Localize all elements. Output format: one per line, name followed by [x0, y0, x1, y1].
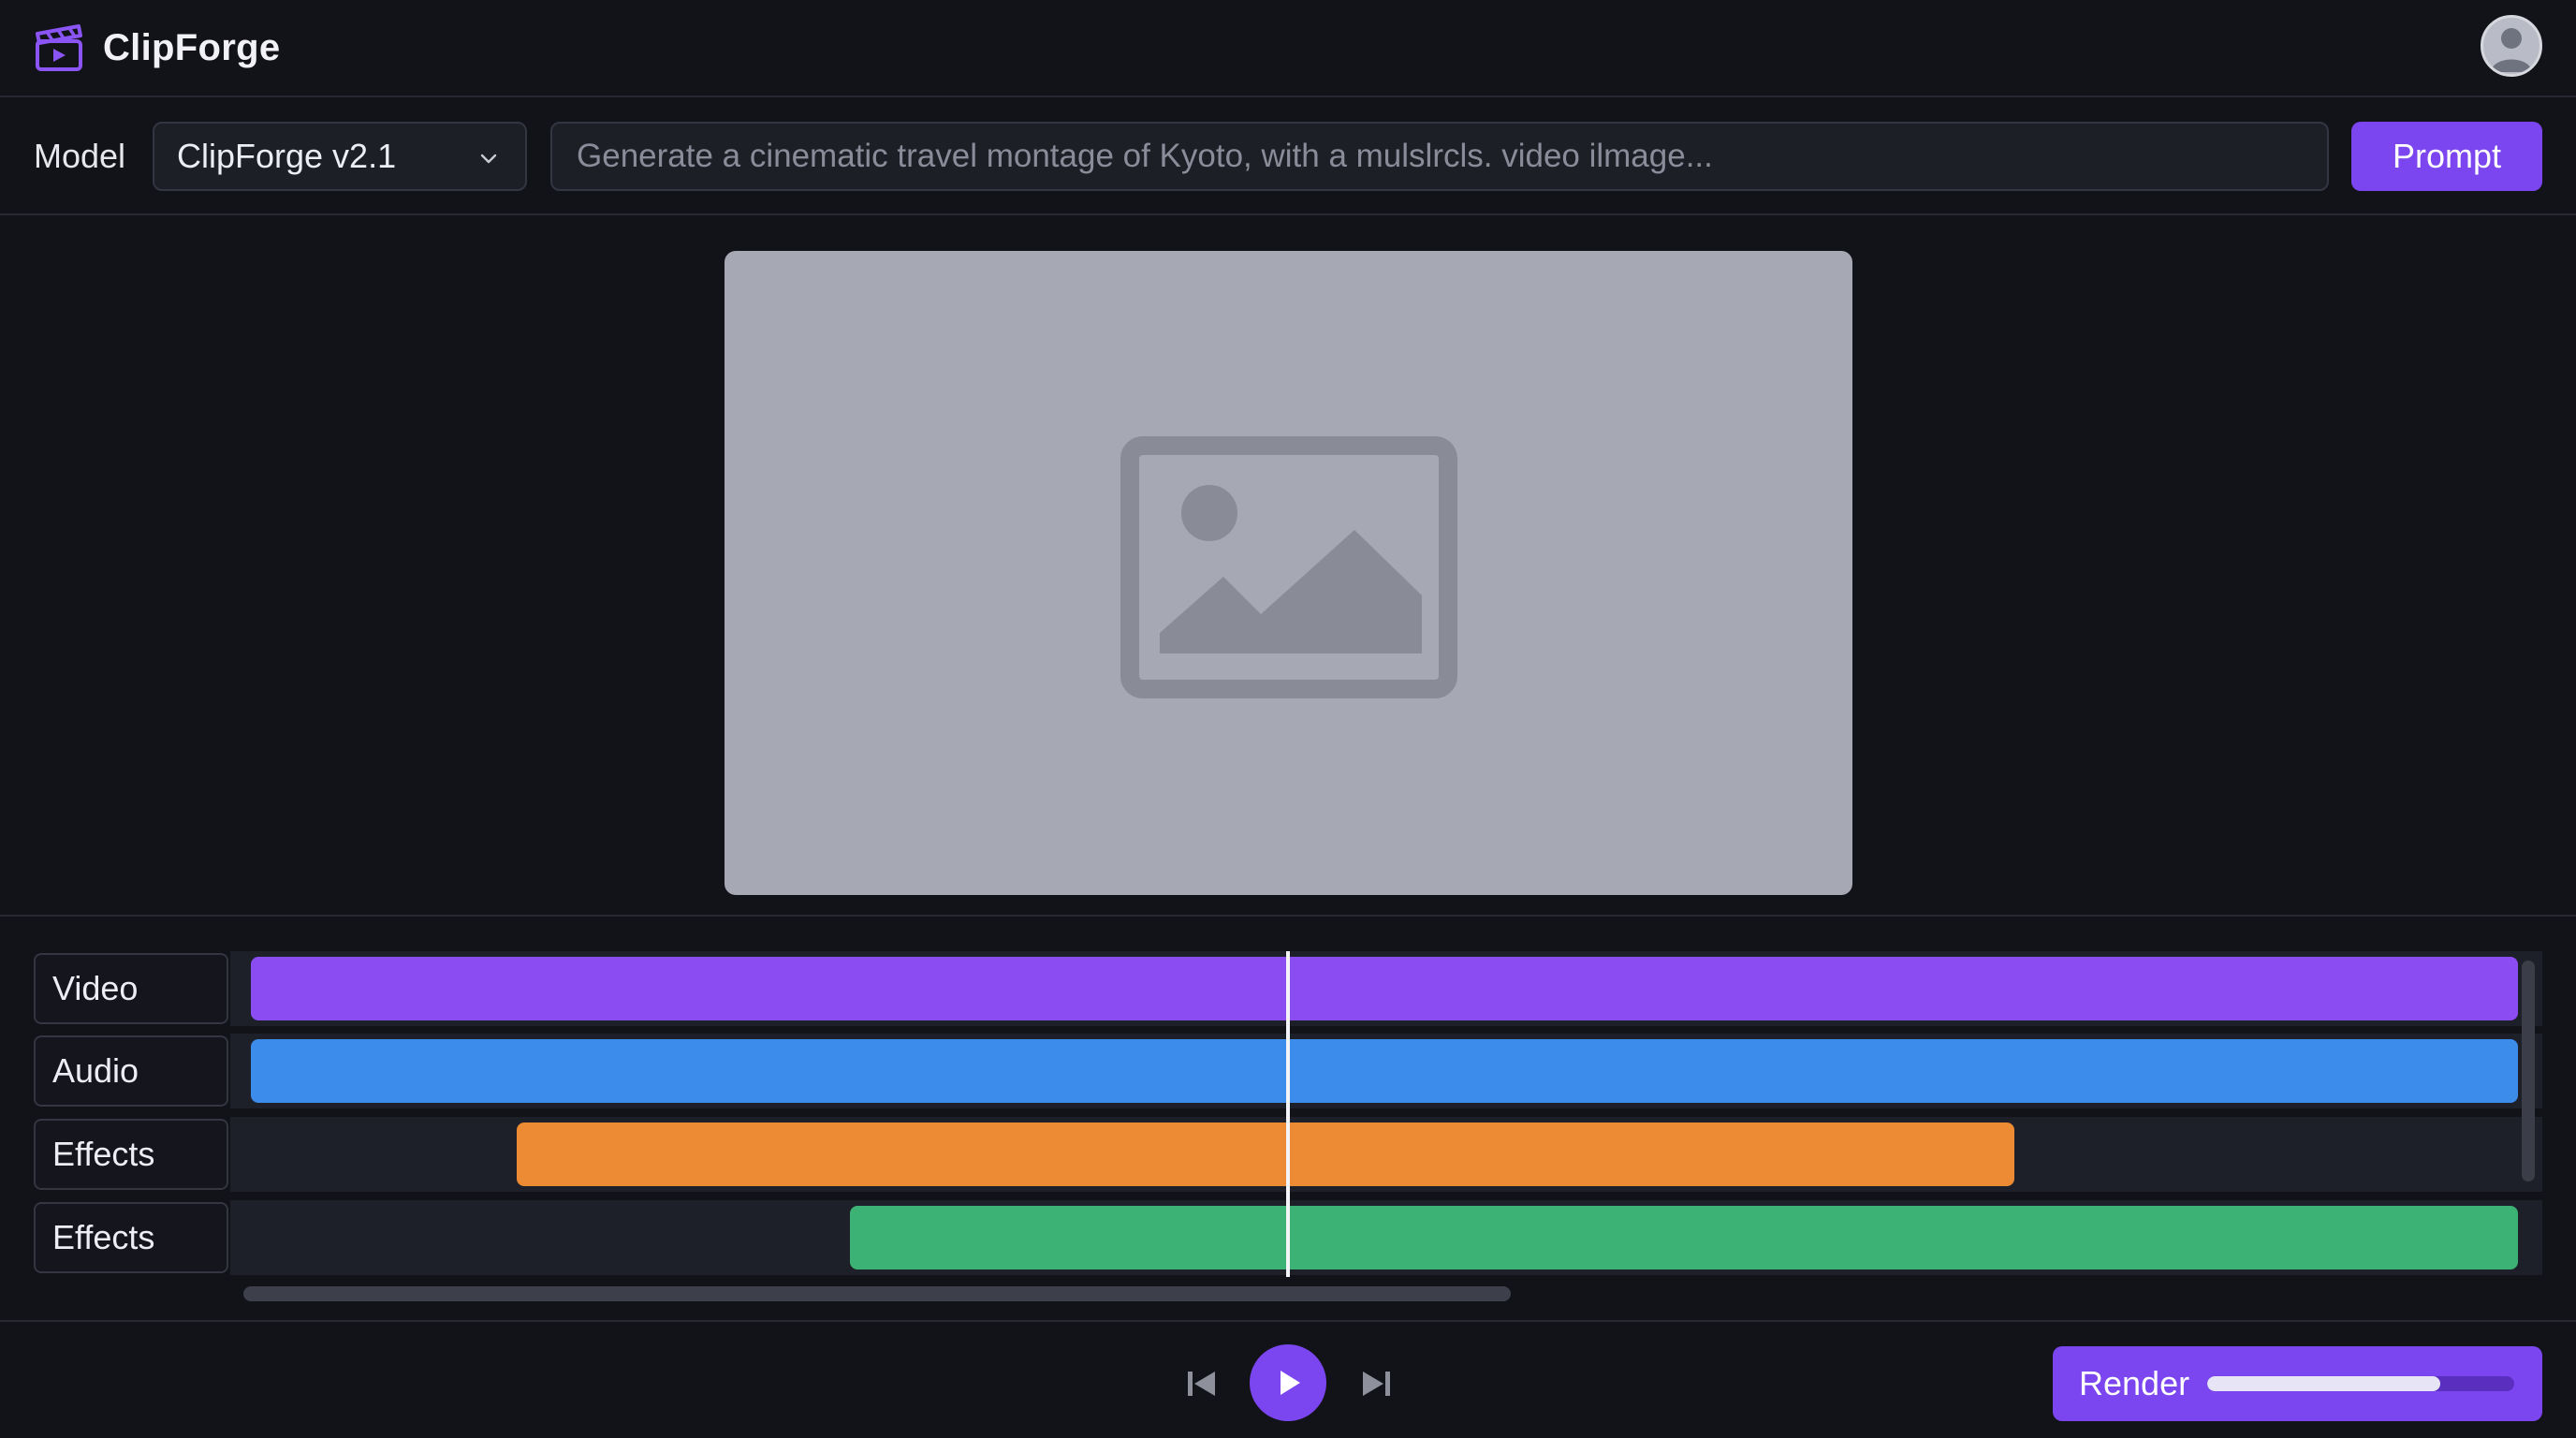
track-label-video[interactable]: Video	[34, 953, 228, 1024]
render-progress-fill	[2207, 1376, 2441, 1391]
track-label-text: Audio	[52, 1051, 139, 1090]
user-avatar-icon[interactable]	[2481, 15, 2542, 77]
render-progress-bar	[2207, 1376, 2514, 1391]
prompt-input[interactable]	[550, 122, 2329, 191]
render-label: Render	[2079, 1364, 2190, 1402]
controls-divider	[0, 1320, 2576, 1322]
effects-clip[interactable]	[517, 1123, 2014, 1186]
track-lane-effects	[230, 1117, 2542, 1192]
image-placeholder-icon	[1120, 436, 1457, 698]
audio-clip[interactable]	[251, 1039, 2518, 1103]
model-select-value: ClipForge v2.1	[177, 137, 397, 175]
model-label: Model	[34, 137, 126, 175]
track-label-effects[interactable]: Effects	[34, 1119, 228, 1190]
track-label-text: Effects	[52, 1135, 155, 1173]
model-select[interactable]: ClipForge v2.1	[153, 122, 527, 191]
prompt-toolbar: Model ClipForge v2.1 Prompt	[0, 99, 2576, 215]
app-header: ClipForge	[0, 0, 2576, 97]
track-label-text: Video	[52, 969, 139, 1007]
app-name: ClipForge	[103, 26, 281, 68]
play-icon	[1281, 1371, 1300, 1395]
render-button[interactable]: Render	[2053, 1346, 2542, 1421]
prompt-button[interactable]: Prompt	[2351, 122, 2542, 191]
effects-clip-2[interactable]	[850, 1206, 2518, 1269]
preview-divider	[0, 915, 2576, 917]
track-label-text: Effects	[52, 1218, 155, 1256]
track-label-audio[interactable]: Audio	[34, 1035, 228, 1107]
skip-back-icon[interactable]	[1183, 1367, 1221, 1401]
video-preview	[724, 251, 1852, 895]
timeline-vertical-scrollbar[interactable]	[2522, 961, 2535, 1181]
track-lane-audio	[230, 1034, 2542, 1108]
track-lane-effects-2	[230, 1200, 2542, 1275]
app-window: ClipForge Model ClipForge v2.1 Prompt	[0, 0, 2576, 1438]
timeline-horizontal-scrollbar[interactable]	[243, 1286, 1511, 1301]
track-lane-video	[230, 951, 2542, 1026]
skip-forward-icon[interactable]	[1357, 1367, 1395, 1401]
chevron-down-icon	[480, 154, 497, 164]
play-button[interactable]	[1250, 1344, 1326, 1421]
track-label-effects-2[interactable]: Effects	[34, 1202, 228, 1273]
playhead[interactable]	[1286, 951, 1290, 1277]
clapperboard-icon	[36, 24, 82, 71]
video-clip[interactable]	[251, 957, 2518, 1020]
